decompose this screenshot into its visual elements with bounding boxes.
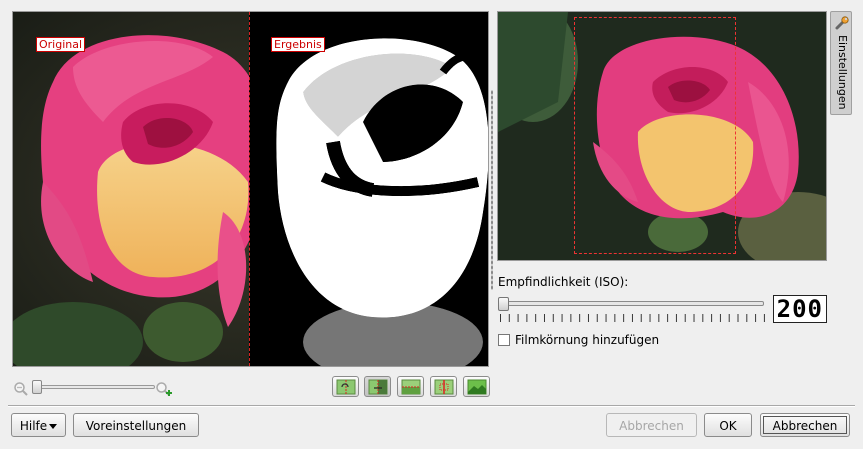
split-divider[interactable]: [249, 12, 250, 366]
help-button-label: Hilfe: [19, 419, 48, 433]
navigator-thumbnail[interactable]: [497, 11, 827, 261]
zoom-in-icon[interactable]: [155, 381, 173, 397]
zoom-slider-handle[interactable]: [32, 380, 42, 394]
settings-tab-label: Einstellungen: [836, 35, 849, 110]
iso-slider-ticks: [500, 314, 766, 322]
cancel-button[interactable]: Abbrechen: [760, 413, 850, 437]
cancel-button-disabled: Abbrechen: [606, 413, 697, 437]
view-split-vertical-icon: [368, 379, 388, 395]
view-result-button[interactable]: [463, 376, 490, 397]
settings-tab[interactable]: Einstellungen: [830, 11, 852, 115]
view-split-vertical-button[interactable]: [364, 376, 391, 397]
view-side-by-side-icon: [434, 379, 454, 395]
iso-slider[interactable]: [498, 297, 766, 311]
zoom-out-icon[interactable]: [13, 381, 29, 397]
film-grain-label[interactable]: Filmkörnung hinzufügen: [515, 333, 659, 347]
preview-area[interactable]: Original Ergebnis: [12, 11, 489, 367]
zoom-slider-track[interactable]: [33, 385, 155, 389]
original-label: Original: [36, 37, 86, 52]
wrench-icon: [835, 16, 849, 30]
view-side-by-side-button[interactable]: [430, 376, 457, 397]
chevron-down-icon: [49, 424, 58, 429]
view-split-horizontal-icon: [401, 379, 421, 395]
iso-label: Empfindlichkeit (ISO):: [498, 275, 629, 289]
view-original-icon: [336, 379, 356, 395]
dialog-separator: [8, 405, 855, 407]
ok-button[interactable]: OK: [704, 413, 752, 437]
help-button[interactable]: Hilfe: [11, 413, 66, 437]
iso-slider-handle[interactable]: [498, 297, 509, 311]
visible-region-frame[interactable]: [574, 17, 736, 254]
zoom-slider[interactable]: [31, 380, 155, 394]
presets-button[interactable]: Voreinstellungen: [73, 413, 199, 437]
view-original-button[interactable]: [332, 376, 359, 397]
result-image: [249, 12, 488, 366]
pane-resize-handle[interactable]: [491, 90, 493, 290]
view-split-horizontal-button[interactable]: [397, 376, 424, 397]
result-label: Ergebnis: [271, 37, 325, 52]
iso-value-display: 200: [773, 295, 827, 323]
original-image: [13, 12, 249, 366]
film-grain-option[interactable]: Filmkörnung hinzufügen: [498, 332, 659, 348]
view-result-icon: [467, 379, 487, 395]
iso-slider-track[interactable]: [500, 301, 764, 306]
film-grain-checkbox[interactable]: [498, 334, 510, 346]
